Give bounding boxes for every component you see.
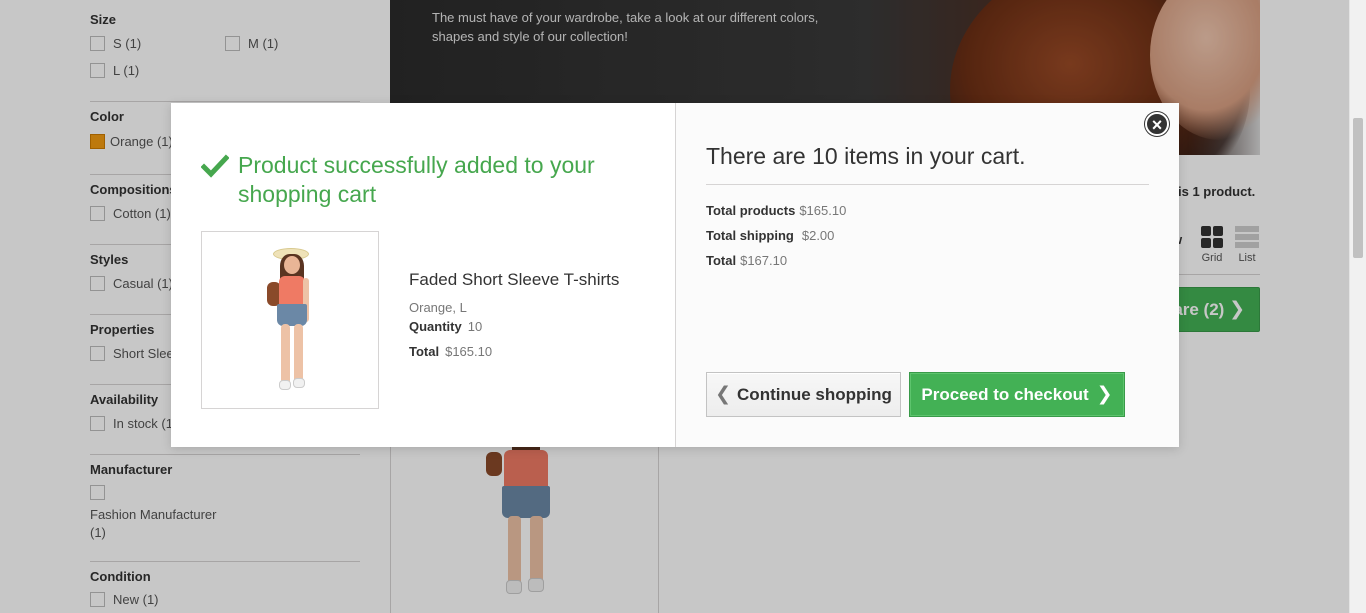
chevron-left-icon: ❮: [715, 384, 732, 405]
modal-product-panel: Product successfully added to your shopp…: [171, 103, 675, 447]
proceed-to-checkout-button[interactable]: Proceed to checkout ❯: [909, 372, 1125, 417]
cart-total: Total $167.10: [706, 253, 788, 268]
check-icon: [201, 154, 229, 178]
continue-shopping-button[interactable]: ❮ Continue shopping: [706, 372, 901, 417]
success-message: Product successfully added to your shopp…: [201, 151, 601, 209]
cart-item-count: There are 10 items in your cart.: [706, 143, 1026, 169]
total-products: Total products $165.10: [706, 203, 847, 218]
product-total: Total $165.10: [409, 344, 493, 359]
product-thumbnail-image: [257, 244, 327, 399]
success-heading-text: Product successfully added to your shopp…: [238, 152, 595, 207]
divider: [706, 184, 1149, 185]
product-attributes: Orange, L: [409, 300, 467, 315]
scrollbar-thumb[interactable]: [1353, 118, 1363, 258]
total-shipping: Total shipping $2.00: [706, 228, 835, 243]
product-name: Faded Short Sleeve T-shirts: [409, 270, 620, 289]
product-quantity: Quantity 10: [409, 319, 483, 334]
add-to-cart-modal: Product successfully added to your shopp…: [171, 103, 1179, 447]
modal-cart-panel: There are 10 items in your cart. Total p…: [675, 103, 1179, 447]
chevron-right-icon: ❯: [1096, 384, 1113, 405]
page-scrollbar[interactable]: [1349, 0, 1366, 613]
product-thumbnail: [201, 231, 379, 409]
close-icon[interactable]: ×: [1145, 112, 1169, 136]
